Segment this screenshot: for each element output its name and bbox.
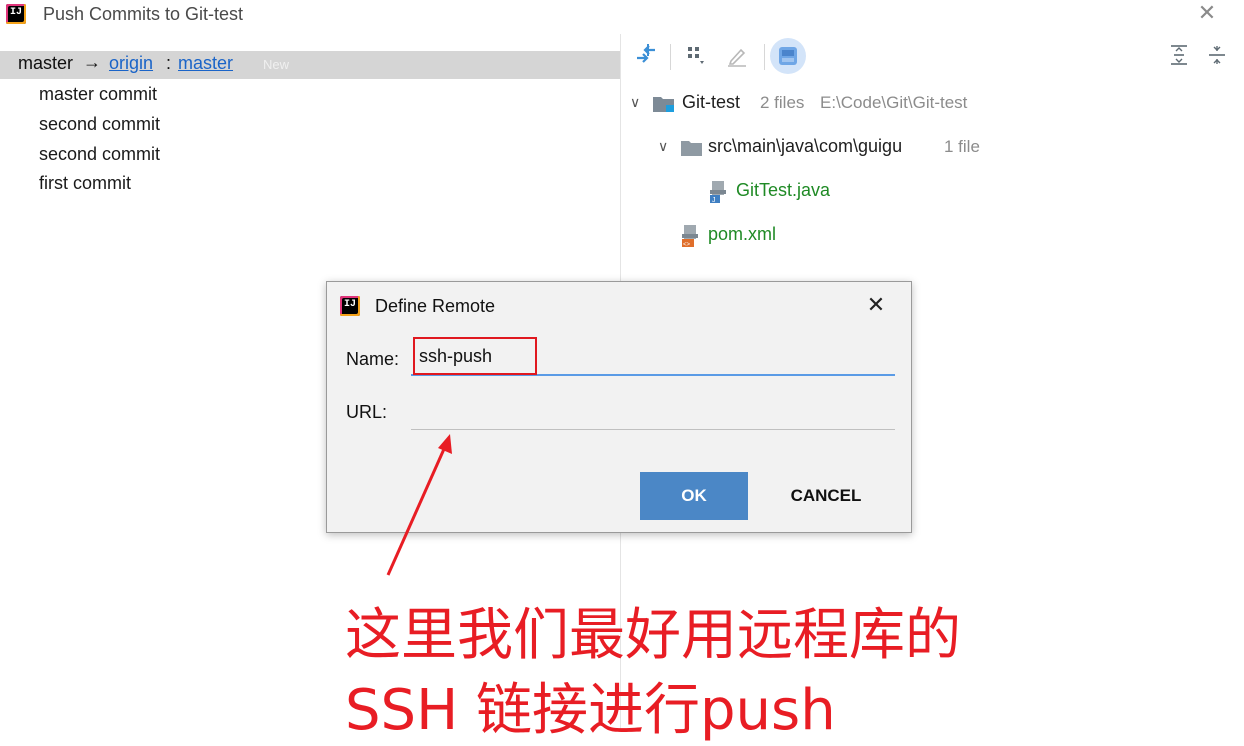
name-label: Name: xyxy=(346,349,400,369)
target-branch-link[interactable]: master xyxy=(178,53,233,74)
annotation-text-line1: 这里我们最好用远程库的 xyxy=(345,603,961,668)
new-branch-badge: New xyxy=(263,57,290,72)
toolbar-separator xyxy=(670,44,671,70)
annotation-arrow-icon xyxy=(386,434,452,576)
folder-icon xyxy=(681,141,702,156)
java-file-icon: J xyxy=(710,181,726,204)
window-close-icon[interactable]: ✕ xyxy=(1196,2,1218,24)
remote-url-input[interactable] xyxy=(411,392,895,430)
local-branch: master xyxy=(18,53,74,73)
intellij-app-icon: IJ xyxy=(340,296,360,316)
dialog-title: Define Remote xyxy=(375,296,496,316)
collapse-all-icon[interactable] xyxy=(1206,44,1228,66)
group-by-icon[interactable] xyxy=(686,44,708,66)
tree-root-count: 2 files xyxy=(760,93,805,112)
commit-item[interactable]: first commit xyxy=(39,173,131,194)
chevron-down-icon[interactable]: ∨ xyxy=(658,138,668,155)
tree-root-name: Git-test xyxy=(682,92,741,112)
ok-button[interactable]: OK xyxy=(640,472,748,520)
annotation-text-line2: SSH 链接进行push xyxy=(345,678,836,743)
tree-root-path: E:\Code\Git\Git-test xyxy=(820,93,968,112)
branch-separator: : xyxy=(166,53,172,73)
intellij-app-icon: IJ xyxy=(6,4,26,24)
chevron-down-icon[interactable]: ∨ xyxy=(630,94,640,111)
tree-folder-count: 1 file xyxy=(944,137,980,156)
toolbar-separator xyxy=(764,44,765,70)
cancel-button[interactable]: CANCEL xyxy=(767,472,885,520)
remote-link[interactable]: origin xyxy=(109,53,153,74)
preview-icon[interactable] xyxy=(770,38,806,74)
dialog-close-icon[interactable]: ✕ xyxy=(863,292,889,318)
svg-text:J: J xyxy=(712,197,716,204)
push-arrow-icon: → xyxy=(83,52,101,72)
expand-all-icon[interactable] xyxy=(1168,44,1190,66)
name-highlight-box xyxy=(413,337,537,375)
module-folder-icon xyxy=(653,97,674,112)
branch-row[interactable]: master → origin : master New xyxy=(0,51,620,79)
commit-item[interactable]: second commit xyxy=(39,144,160,165)
title-bar: IJ Push Commits to Git-test ✕ xyxy=(0,0,1244,32)
url-label: URL: xyxy=(346,402,388,422)
tree-folder-name: src\main\java\com\guigu xyxy=(708,136,903,156)
commit-item[interactable]: master commit xyxy=(39,84,157,105)
tree-file-name: pom.xml xyxy=(708,224,777,244)
svg-text:<>: <> xyxy=(683,242,691,248)
edit-icon[interactable] xyxy=(725,44,749,68)
tree-file-name: GitTest.java xyxy=(736,180,831,200)
commit-item[interactable]: second commit xyxy=(39,114,160,135)
diff-arrow-icon[interactable] xyxy=(634,42,658,66)
xml-file-icon: <> xyxy=(682,225,698,248)
window-title: Push Commits to Git-test xyxy=(43,4,244,24)
